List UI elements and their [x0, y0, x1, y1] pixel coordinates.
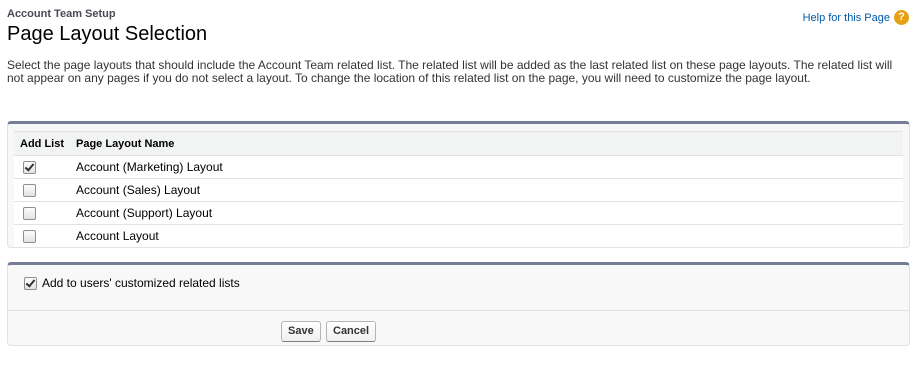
page-header: Account Team Setup Page Layout Selection…: [7, 8, 909, 48]
section-title: Account Team Setup: [7, 8, 116, 20]
options-block: Add to users' customized related lists S…: [7, 262, 910, 346]
page-title: Page Layout Selection: [7, 23, 208, 45]
table-row: Account (Support) Layout: [14, 201, 903, 225]
table-row: Account Layout: [14, 225, 903, 248]
add-to-customized-option[interactable]: Add to users' customized related lists: [24, 276, 240, 290]
layout-selection-block: Add List Page Layout Name Account (Marke…: [7, 121, 910, 248]
page-layout-table: Add List Page Layout Name Account (Marke…: [14, 131, 903, 247]
add-list-checkbox[interactable]: [23, 161, 36, 175]
add-list-checkbox[interactable]: [23, 184, 36, 198]
layout-name: Account Layout: [76, 229, 159, 243]
cancel-button[interactable]: Cancel: [326, 321, 377, 342]
help-link-group[interactable]: Help for this Page ?: [803, 10, 909, 25]
column-header-add-list: Add List: [14, 131, 70, 156]
add-to-customized-checkbox[interactable]: [24, 276, 37, 290]
add-list-checkbox[interactable]: [23, 207, 36, 221]
layout-name: Account (Sales) Layout: [70, 178, 903, 202]
layout-name: Account (Support) Layout: [70, 201, 903, 225]
table-header-row: Add List Page Layout Name: [14, 131, 903, 156]
add-list-checkbox[interactable]: [23, 230, 36, 244]
table-row: Account (Sales) Layout: [14, 178, 903, 202]
add-to-customized-label[interactable]: Add to users' customized related lists: [42, 276, 240, 290]
column-header-page-layout-name: Page Layout Name: [70, 131, 903, 156]
layout-name: Account (Marketing) Layout: [70, 155, 903, 179]
question-icon[interactable]: ?: [894, 10, 909, 25]
save-button[interactable]: Save: [281, 321, 321, 342]
help-link[interactable]: Help for this Page: [803, 12, 890, 24]
table-row: Account (Marketing) Layout: [14, 155, 903, 179]
description-text: Select the page layouts that should incl…: [7, 58, 893, 85]
button-bar: Save Cancel: [8, 310, 909, 347]
